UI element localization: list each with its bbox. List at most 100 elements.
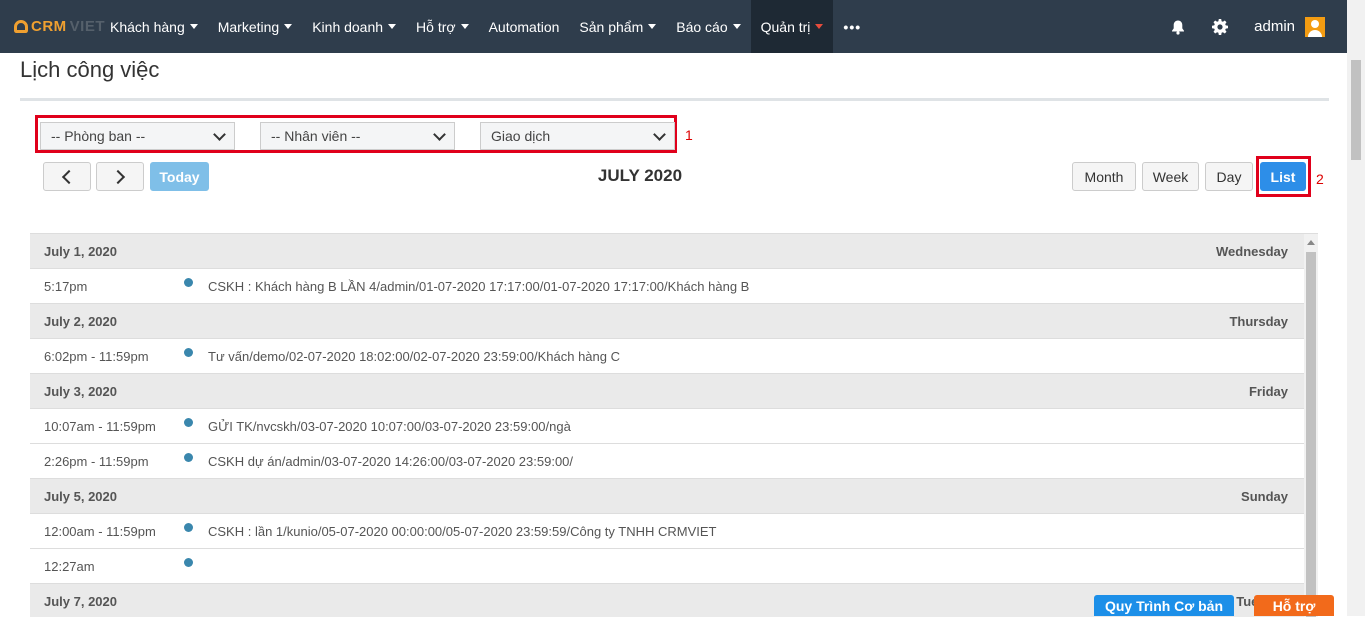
annotation-marker-1: 1 <box>685 127 693 143</box>
event-row[interactable]: 2:26pm - 11:59pm CSKH dự án/admin/03-07-2… <box>30 444 1304 479</box>
next-button[interactable] <box>96 162 144 191</box>
event-row[interactable]: 10:07am - 11:59pm GỬI TK/nvcskh/03-07-202… <box>30 409 1304 444</box>
logo-crm: CRM <box>31 17 67 35</box>
nav-item-label: Khách hàng <box>110 18 185 35</box>
day-date: July 5, 2020 <box>44 488 117 504</box>
event-rows: July 1, 2020 Wednesday 5:17pm CSKH : Khách … <box>30 234 1304 617</box>
caret-down-icon <box>460 24 469 29</box>
list-scrollbar[interactable] <box>1304 234 1318 617</box>
today-button[interactable]: Today <box>150 162 209 191</box>
logo-icon <box>14 19 28 33</box>
day-weekday: Friday <box>1248 383 1288 399</box>
nav-item-label: Kinh doanh <box>312 18 384 35</box>
day-header: July 2, 2020 Thursday <box>30 304 1304 339</box>
event-title[interactable]: GỬI TK/nvcskh/03-07-2020 10:07:00/03-07-… <box>208 419 571 434</box>
employee-select-value: -- Nhân viên -- <box>271 128 361 144</box>
type-select-value: Giao dịch <box>491 128 551 144</box>
week-view-button[interactable]: Week <box>1142 162 1199 191</box>
calendar-title: JULY 2020 <box>597 166 683 185</box>
user-name[interactable]: admin <box>1254 18 1295 35</box>
scroll-up-icon[interactable] <box>1307 240 1315 245</box>
day-view-button[interactable]: Day <box>1205 162 1253 191</box>
day-weekday: Sunday <box>1241 488 1288 504</box>
event-row[interactable]: 12:27am <box>30 549 1304 584</box>
nav-item-label: Automation <box>488 18 560 35</box>
nav-item-label: Báo cáo <box>676 18 728 35</box>
nav-item-8[interactable]: ••• <box>833 0 871 53</box>
caret-down-icon <box>284 24 293 29</box>
day-header: July 1, 2020 Wednesday <box>30 234 1304 269</box>
day-date: July 3, 2020 <box>44 383 117 399</box>
annotation-marker-2: 2 <box>1316 171 1324 187</box>
nav-item-2[interactable]: Kinh doanh <box>302 0 406 53</box>
day-weekday: Thursday <box>1229 313 1288 329</box>
event-time: 12:27am <box>44 559 95 574</box>
month-view-button[interactable]: Month <box>1072 162 1136 191</box>
chevron-right-icon <box>110 169 126 184</box>
nav-item-3[interactable]: Hỗ trợ <box>406 0 479 53</box>
nav-item-label: Sản phẩm <box>579 18 644 35</box>
event-dot-icon <box>184 418 193 427</box>
day-date: July 7, 2020 <box>44 593 117 609</box>
event-dot-icon <box>184 453 193 462</box>
title-divider <box>20 98 1329 101</box>
main-menu: Khách hàng Marketing Kinh doanh Hỗ trợ Autom… <box>100 0 871 53</box>
prev-button[interactable] <box>43 162 91 191</box>
page-scrollbar[interactable] <box>1347 0 1365 616</box>
day-date: July 2, 2020 <box>44 313 117 329</box>
brand-logo[interactable]: CRM VIET <box>14 15 105 37</box>
page-scrollbar-thumb[interactable] <box>1351 60 1361 160</box>
department-select[interactable]: -- Phòng ban -- <box>40 122 235 150</box>
event-time: 2:26pm - 11:59pm <box>44 454 149 469</box>
support-button[interactable]: Hỗ trợ <box>1254 595 1334 616</box>
list-scrollbar-thumb[interactable] <box>1306 252 1316 617</box>
chevron-left-icon <box>61 169 77 184</box>
nav-item-6[interactable]: Báo cáo <box>666 0 750 53</box>
nav-item-label: Hỗ trợ <box>416 18 456 35</box>
nav-item-1[interactable]: Marketing <box>208 0 302 53</box>
nav-item-label: ••• <box>843 18 862 35</box>
chevron-down-icon <box>653 127 666 141</box>
caret-down-icon <box>732 24 741 29</box>
nav-item-5[interactable]: Sản phẩm <box>569 0 666 53</box>
nav-item-7[interactable]: Quản trị <box>750 0 834 53</box>
day-header: July 3, 2020 Friday <box>30 374 1304 409</box>
event-title[interactable]: Tư vấn/demo/02-07-2020 18:02:00/02-07-20… <box>208 349 620 364</box>
department-select-value: -- Phòng ban -- <box>51 128 146 144</box>
list-highlight-box <box>1256 156 1311 197</box>
event-title[interactable]: CSKH dự án/admin/03-07-2020 14:26:00/03-… <box>208 454 573 469</box>
chevron-down-icon <box>213 127 226 141</box>
event-row[interactable]: 12:00am - 11:59pm CSKH : lần 1/kunio/05-0… <box>30 514 1304 549</box>
process-button[interactable]: Quy Trình Cơ bản <box>1094 595 1234 616</box>
nav-item-4[interactable]: Automation <box>479 0 570 53</box>
day-header: July 5, 2020 Sunday <box>30 479 1304 514</box>
chevron-down-icon <box>433 127 446 141</box>
avatar[interactable] <box>1305 16 1325 37</box>
nav-right: admin <box>1170 0 1325 53</box>
event-dot-icon <box>184 558 193 567</box>
event-title[interactable]: CSKH : Khách hàng B LẦN 4/admin/01-07-20… <box>208 279 749 294</box>
caret-down-icon <box>648 24 657 29</box>
event-time: 6:02pm - 11:59pm <box>44 349 149 364</box>
day-date: July 1, 2020 <box>44 243 117 259</box>
caret-down-icon <box>189 24 198 29</box>
day-weekday: Wednesday <box>1215 243 1288 259</box>
nav-item-label: Marketing <box>217 18 280 35</box>
type-select[interactable]: Giao dịch <box>480 122 675 150</box>
employee-select[interactable]: -- Nhân viên -- <box>260 122 455 150</box>
caret-down-icon <box>815 24 824 29</box>
gear-icon[interactable] <box>1212 18 1229 35</box>
event-dot-icon <box>184 348 193 357</box>
event-row[interactable]: 6:02pm - 11:59pm Tư vấn/demo/02-07-2020 1… <box>30 339 1304 374</box>
event-time: 5:17pm <box>44 279 88 294</box>
bell-icon[interactable] <box>1170 19 1186 35</box>
event-dot-icon <box>184 278 193 287</box>
event-row[interactable]: 5:17pm CSKH : Khách hàng B LẦN 4/admin/01… <box>30 269 1304 304</box>
top-navbar: CRM VIET Khách hàng Marketing Kinh doanh Hỗ … <box>0 0 1347 53</box>
event-title[interactable]: CSKH : lần 1/kunio/05-07-2020 00:00:00/0… <box>208 524 717 539</box>
event-list: July 1, 2020 Wednesday 5:17pm CSKH : Khách … <box>30 233 1318 617</box>
event-dot-icon <box>184 523 193 532</box>
event-time: 10:07am - 11:59pm <box>44 419 156 434</box>
page-title: Lịch công việc <box>20 57 160 82</box>
nav-item-0[interactable]: Khách hàng <box>100 0 208 53</box>
